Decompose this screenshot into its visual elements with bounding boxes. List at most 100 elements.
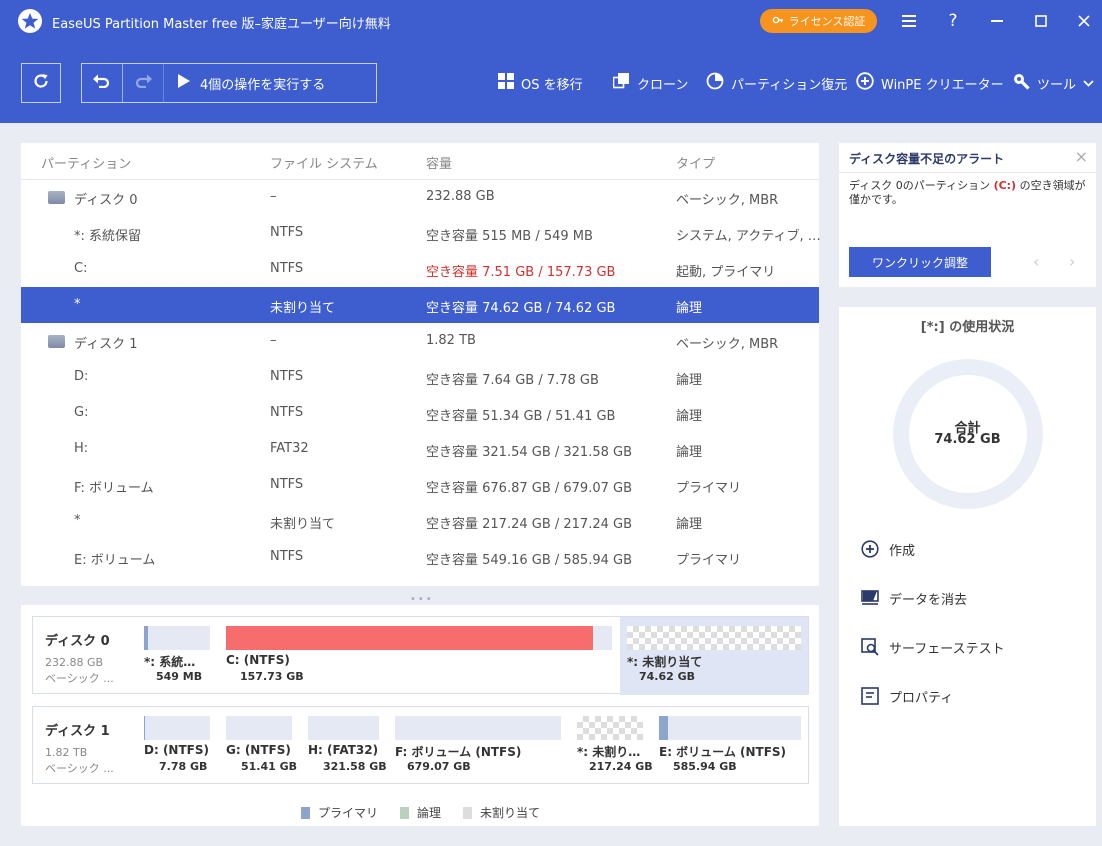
alert-header: ディスク容量不足のアラート × bbox=[839, 143, 1096, 173]
partition-size: 679.07 GB bbox=[407, 760, 471, 773]
table-row[interactable]: *: 系統保留 NTFS 空き容量 515 MB / 549 MB システム, … bbox=[21, 215, 821, 251]
partition-type: システム, アクティブ, … bbox=[676, 229, 821, 244]
surface-test-icon bbox=[861, 638, 879, 656]
help-icon[interactable]: ? bbox=[940, 8, 966, 34]
legend-item-unallocated: 未割り当て bbox=[463, 804, 540, 821]
partition-recovery-button[interactable]: パーティション復元 bbox=[706, 72, 847, 94]
legend-item-logical: 論理 bbox=[400, 804, 441, 821]
alert-text-before: ディスク 0のパーティション bbox=[849, 179, 994, 192]
close-icon[interactable] bbox=[1071, 8, 1097, 34]
usage-panel: [*:] の使用状況 合計 74.62 GB 作成 データを消去 サーフェーステ… bbox=[839, 307, 1096, 826]
table-row[interactable]: D: NTFS 空き容量 7.64 GB / 7.78 GB 論理 bbox=[21, 359, 819, 395]
action-label: 作成 bbox=[889, 543, 916, 559]
table-row[interactable]: C: NTFS 空き容量 7.51 GB / 157.73 GB 起動, プライ… bbox=[21, 251, 819, 287]
redo-icon bbox=[134, 74, 152, 92]
refresh-button[interactable] bbox=[21, 63, 61, 103]
license-label: ライセンス認証 bbox=[788, 15, 866, 28]
column-header-partition[interactable]: パーティション bbox=[41, 153, 131, 172]
undo-button[interactable] bbox=[82, 64, 123, 102]
table-row[interactable]: F: ボリューム NTFS 空き容量 676.87 GB / 679.07 GB… bbox=[21, 467, 819, 503]
table-row[interactable]: G: NTFS 空き容量 51.34 GB / 51.41 GB 論理 bbox=[21, 395, 819, 431]
properties-action[interactable]: プロパティ bbox=[861, 685, 953, 707]
chevron-left-icon[interactable]: ‹ bbox=[1033, 252, 1039, 271]
partition-used-fill bbox=[226, 626, 593, 650]
disk-icon bbox=[48, 335, 65, 348]
app-logo-icon bbox=[18, 9, 42, 33]
surface-test-action[interactable]: サーフェーステスト bbox=[861, 636, 1005, 658]
table-row-selected[interactable]: * 未割り当て 空き容量 74.62 GB / 74.62 GB 論理 bbox=[21, 287, 819, 323]
close-icon[interactable]: × bbox=[1075, 147, 1088, 166]
panel-splitter[interactable]: ••• bbox=[410, 594, 434, 605]
partition-block[interactable]: D: (NTFS) 7.78 GB bbox=[144, 707, 214, 785]
table-row[interactable]: * 未割り当て 空き容量 217.24 GB / 217.24 GB 論理 bbox=[21, 503, 819, 539]
migrate-os-button[interactable]: OS を移行 bbox=[498, 72, 583, 94]
filesystem: NTFS bbox=[270, 405, 304, 420]
tools-menu-button[interactable]: ツール bbox=[1013, 72, 1094, 94]
partition-name: C: bbox=[74, 261, 88, 276]
partition-block[interactable]: F: ボリューム (NTFS) 679.07 GB bbox=[395, 707, 567, 785]
partition-type: ベーシック, MBR bbox=[676, 337, 779, 352]
partition-block[interactable]: E: ボリューム (NTFS) 585.94 GB bbox=[659, 707, 807, 785]
table-row[interactable]: E: ボリューム NTFS 空き容量 549.16 GB / 585.94 GB… bbox=[21, 539, 819, 575]
filesystem: NTFS bbox=[270, 261, 304, 276]
partition-block[interactable]: C: (NTFS) 157.73 GB bbox=[226, 617, 612, 695]
disk-row[interactable]: ディスク 0 – 232.88 GB ベーシック, MBR bbox=[21, 179, 819, 215]
disk-map-disk-1[interactable]: ディスク 1 1.82 TB ベーシック ... D: (NTFS) 7.78 … bbox=[32, 706, 809, 784]
alert-drive: (C:) bbox=[993, 179, 1017, 192]
column-header-capacity[interactable]: 容量 bbox=[426, 153, 452, 172]
execute-operations-button[interactable]: 4個の操作を実行する bbox=[166, 64, 325, 102]
winpe-creator-button[interactable]: WinPE クリエーター bbox=[856, 72, 1004, 94]
partition-block-selected[interactable]: *: 未割り当て 74.62 GB bbox=[620, 617, 808, 695]
disk-row[interactable]: ディスク 1 – 1.82 TB ベーシック, MBR bbox=[21, 323, 819, 359]
partition-block[interactable]: H: (FAT32) 321.58 GB bbox=[308, 707, 387, 785]
legend-swatch bbox=[400, 806, 410, 819]
filesystem: NTFS bbox=[270, 369, 304, 384]
partition-block[interactable]: *: 系統… 549 MB bbox=[144, 617, 214, 695]
partition-bar bbox=[226, 626, 612, 650]
capacity: 空き容量 321.54 GB / 321.58 GB bbox=[426, 445, 633, 460]
capacity: 232.88 GB bbox=[426, 189, 495, 204]
filesystem: NTFS bbox=[270, 549, 304, 564]
clone-icon bbox=[612, 73, 630, 93]
partition-bar bbox=[627, 626, 801, 650]
legend-item-primary: プライマリ bbox=[301, 804, 378, 821]
filesystem: NTFS bbox=[270, 477, 304, 492]
chevron-down-icon bbox=[1083, 76, 1094, 91]
filesystem: 未割り当て bbox=[270, 517, 336, 532]
column-header-type[interactable]: タイプ bbox=[676, 153, 715, 172]
capacity: 空き容量 549.16 GB / 585.94 GB bbox=[426, 553, 633, 568]
clone-label: クローン bbox=[637, 77, 689, 93]
partition-type: 論理 bbox=[676, 301, 703, 316]
partition-name: G: bbox=[74, 405, 89, 420]
create-partition-action[interactable]: 作成 bbox=[861, 538, 915, 560]
disk-type: ベーシック ... bbox=[45, 762, 114, 775]
table-row[interactable]: H: FAT32 空き容量 321.54 GB / 321.58 GB 論理 bbox=[21, 431, 819, 467]
partition-size: 217.24 GB bbox=[589, 760, 653, 773]
disk-size: 232.88 GB bbox=[45, 656, 104, 669]
filesystem: FAT32 bbox=[270, 441, 309, 456]
partition-type: ベーシック, MBR bbox=[676, 193, 779, 208]
title-bar: EaseUS Partition Master free 版–家庭ユーザー向け無… bbox=[0, 0, 1102, 42]
capacity: 空き容量 7.64 GB / 7.78 GB bbox=[426, 373, 599, 388]
maximize-icon[interactable] bbox=[1028, 8, 1054, 34]
chevron-right-icon[interactable]: › bbox=[1069, 252, 1075, 271]
partition-bar bbox=[226, 716, 292, 740]
minimize-icon[interactable] bbox=[984, 8, 1010, 34]
partition-label: C: (NTFS) bbox=[226, 653, 290, 667]
partition-block[interactable]: *: 未割り… 217.24 GB bbox=[577, 707, 653, 785]
execute-label: 4個の操作を実行する bbox=[200, 77, 326, 93]
disk-map-disk-0[interactable]: ディスク 0 232.88 GB ベーシック ... *: 系統… 549 MB… bbox=[32, 616, 809, 695]
wipe-data-action[interactable]: データを消去 bbox=[861, 587, 967, 609]
legend-label: プライマリ bbox=[318, 806, 379, 820]
redo-button[interactable] bbox=[123, 64, 164, 102]
license-button[interactable]: ライセンス認証 bbox=[760, 9, 877, 33]
one-click-adjust-button[interactable]: ワンクリック調整 bbox=[849, 247, 991, 277]
disk-map-legend: プライマリ 論理 未割り当て bbox=[301, 804, 540, 821]
column-header-filesystem[interactable]: ファイル システム bbox=[270, 153, 378, 172]
clone-button[interactable]: クローン bbox=[612, 72, 689, 94]
partition-block[interactable]: G: (NTFS) 51.41 GB bbox=[226, 707, 297, 785]
partition-label: *: 未割り… bbox=[577, 745, 641, 759]
windows-icon bbox=[498, 73, 514, 93]
menu-icon[interactable] bbox=[896, 8, 922, 34]
partition-name: E: ボリューム bbox=[74, 553, 156, 568]
